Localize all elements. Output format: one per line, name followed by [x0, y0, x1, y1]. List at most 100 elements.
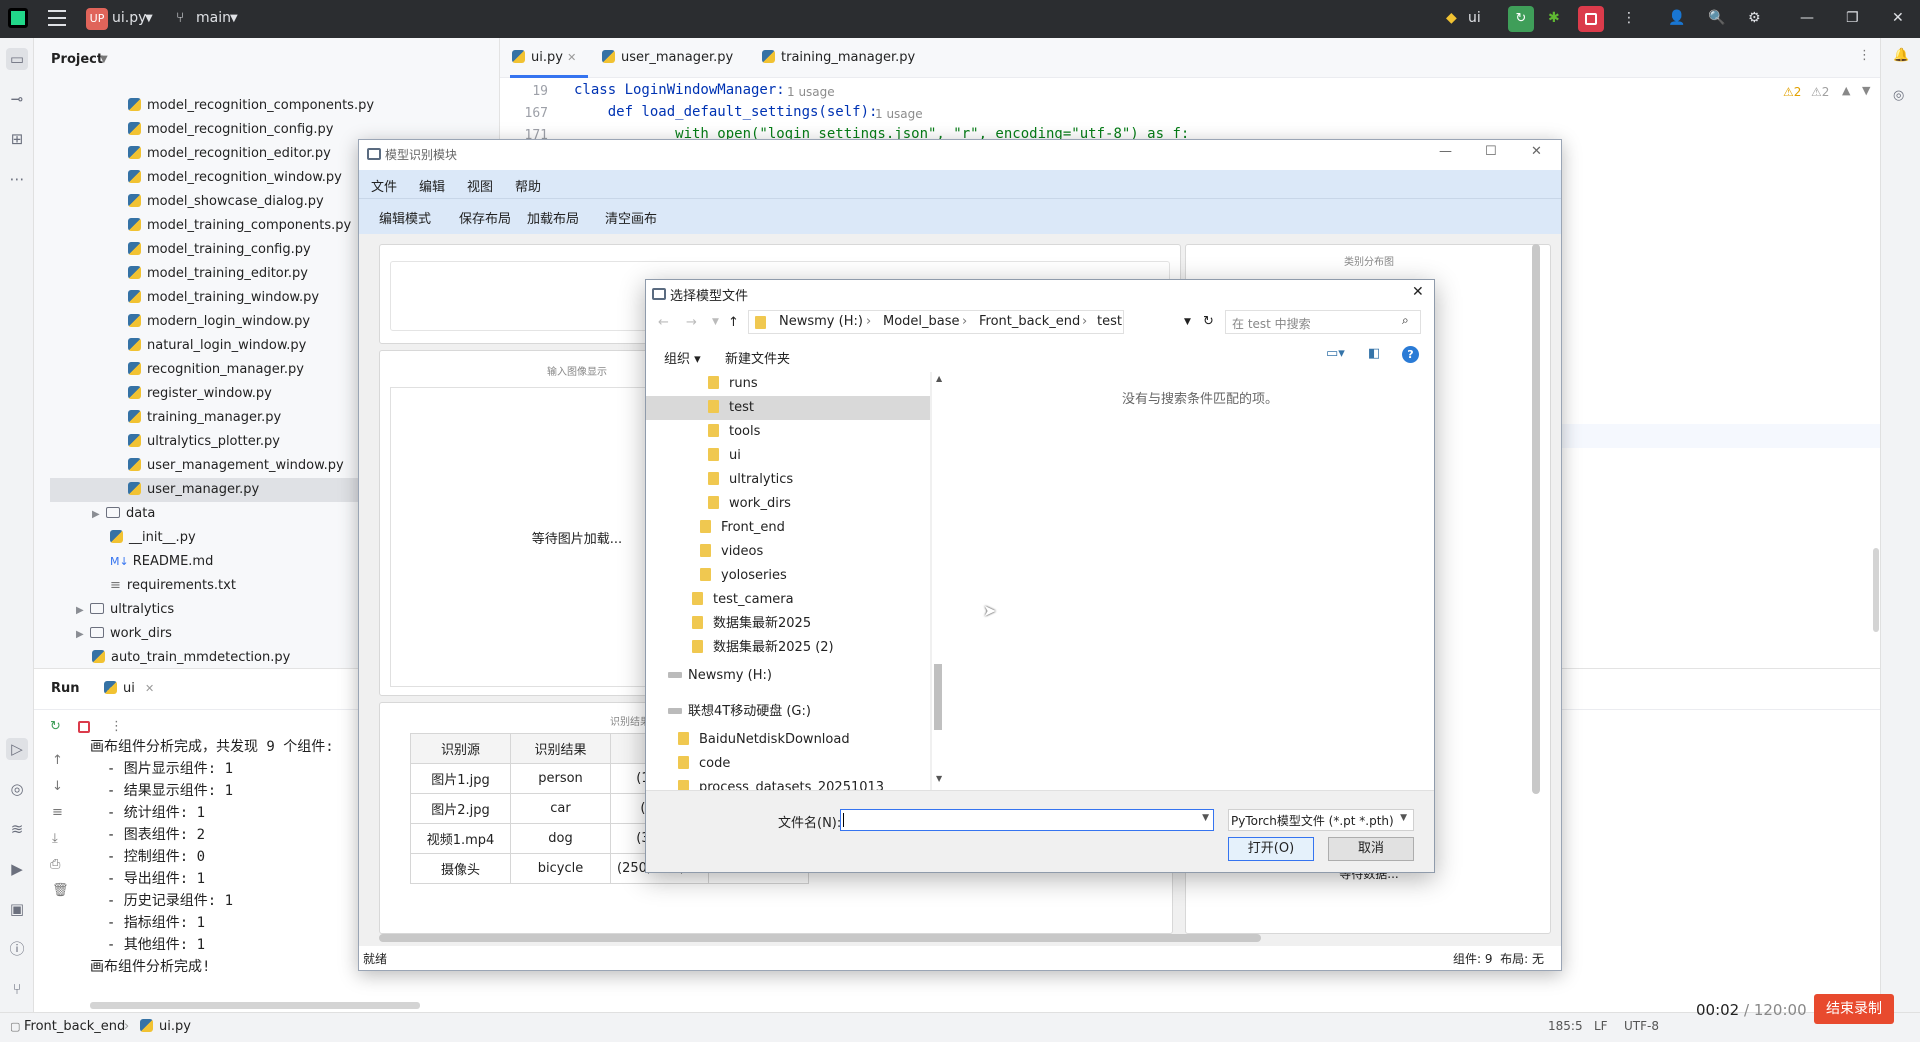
stop-icon[interactable]: [78, 721, 90, 733]
tree-item-file[interactable]: model_recognition_config.py: [128, 118, 334, 142]
run-panel-title[interactable]: Run: [51, 681, 80, 696]
add-user-icon[interactable]: 👤: [1668, 10, 1685, 26]
project-panel-title[interactable]: Project: [51, 52, 103, 67]
tree-item-file[interactable]: ultralytics_plotter.py: [128, 430, 280, 454]
folder-icon[interactable]: ▭: [6, 48, 28, 70]
run-tab[interactable]: ui ✕: [104, 681, 154, 696]
nav-scrollbar-thumb[interactable]: [934, 664, 942, 730]
minimize-icon[interactable]: —: [1439, 144, 1452, 159]
chevron-right-icon[interactable]: ▶: [76, 623, 90, 647]
address-bar[interactable]: Newsmy (H:) › Model_base › Front_back_en…: [748, 310, 1124, 334]
table-header[interactable]: 识别结果: [510, 733, 611, 764]
debug-icon[interactable]: ✱: [1548, 10, 1560, 26]
tree-item-file[interactable]: recognition_manager.py: [128, 358, 304, 382]
tree-item-file[interactable]: model_training_editor.py: [128, 262, 308, 286]
menu-file[interactable]: 文件: [371, 176, 397, 195]
cancel-button[interactable]: 取消: [1328, 837, 1414, 861]
help-icon[interactable]: ?: [1402, 346, 1419, 363]
load-layout-button[interactable]: 加载布局: [527, 208, 579, 227]
close-icon[interactable]: ✕: [1531, 144, 1542, 159]
folder-item[interactable]: 数据集最新2025 (2): [646, 636, 930, 660]
folder-item[interactable]: BaiduNetdiskDownload: [678, 732, 850, 747]
maximize-icon[interactable]: ☐: [1485, 144, 1497, 159]
crumb-test[interactable]: test: [1097, 314, 1122, 329]
more-icon[interactable]: ⋮: [1858, 48, 1871, 63]
new-folder-button[interactable]: 新建文件夹: [725, 348, 790, 367]
filename-input[interactable]: ▼: [840, 809, 1214, 831]
print-icon[interactable]: ⎙: [50, 857, 60, 872]
arrow-up-icon[interactable]: ↑: [52, 753, 63, 768]
tree-item-file[interactable]: model_showcase_dialog.py: [128, 190, 324, 214]
code-line[interactable]: def load_default_settings(self):: [574, 104, 878, 120]
canvas-horizontal-scrollbar[interactable]: [379, 934, 1261, 942]
services-icon[interactable]: ▶: [6, 858, 28, 880]
tab-ui-py[interactable]: ui.py ✕: [512, 50, 576, 65]
rerun-icon[interactable]: ↻: [50, 719, 61, 734]
save-layout-button[interactable]: 保存布局: [459, 208, 511, 227]
folder-item[interactable]: Front_end: [646, 516, 930, 540]
usage-hint[interactable]: 1 usage: [875, 107, 923, 121]
forward-icon[interactable]: →: [686, 315, 697, 330]
stop-recording-button[interactable]: 结束录制: [1814, 994, 1894, 1024]
tree-item[interactable]: __init__.py: [110, 526, 196, 550]
search-box[interactable]: 在 test 中搜索 ⌕: [1225, 310, 1421, 334]
tree-item-file[interactable]: training_manager.py: [128, 406, 281, 430]
notifications-icon[interactable]: 🔔: [1893, 48, 1909, 63]
crumb-front-back-end[interactable]: Front_back_end: [979, 314, 1080, 329]
breadcrumb-file[interactable]: ui.py: [140, 1019, 191, 1034]
file-encoding[interactable]: UTF-8: [1624, 1019, 1659, 1033]
menu-view[interactable]: 视图: [467, 176, 493, 195]
tree-item-file[interactable]: register_window.py: [128, 382, 272, 406]
up-icon[interactable]: ↑: [728, 315, 739, 330]
layers-icon[interactable]: ≋: [6, 818, 28, 840]
back-icon[interactable]: ←: [658, 315, 669, 330]
edit-mode-button[interactable]: 编辑模式: [379, 208, 431, 227]
tree-item-file[interactable]: model_recognition_editor.py: [128, 142, 331, 166]
folder-item[interactable]: yoloseries: [646, 564, 930, 588]
folder-item[interactable]: runs: [646, 372, 930, 396]
menu-help[interactable]: 帮助: [515, 176, 541, 195]
breadcrumb-project[interactable]: Front_back_end: [24, 1019, 125, 1034]
code-line[interactable]: class LoginWindowManager:: [574, 82, 785, 98]
preview-pane-icon[interactable]: ◧: [1368, 346, 1380, 361]
tree-item-file[interactable]: natural_login_window.py: [128, 334, 306, 358]
tree-item-file[interactable]: user_manager.py: [50, 478, 380, 502]
project-badge[interactable]: UP: [86, 8, 108, 30]
stop-button[interactable]: [1578, 6, 1604, 32]
rerun-button[interactable]: ↻: [1508, 6, 1534, 32]
tree-item-file[interactable]: modern_login_window.py: [128, 310, 310, 334]
canvas-vertical-scrollbar[interactable]: [1532, 244, 1540, 794]
run-tool-icon[interactable]: ▷: [6, 738, 28, 760]
horizontal-scrollbar[interactable]: [90, 1002, 420, 1009]
tree-item[interactable]: M↓ README.md: [110, 550, 213, 574]
tree-item-file[interactable]: model_recognition_window.py: [128, 166, 342, 190]
chevron-right-icon[interactable]: ▶: [76, 599, 90, 623]
tree-item[interactable]: ▶ data: [92, 502, 155, 526]
tree-item-file[interactable]: user_management_window.py: [128, 454, 344, 478]
folder-item[interactable]: tools: [646, 420, 930, 444]
close-icon[interactable]: ✕: [145, 682, 154, 695]
run-config-name[interactable]: ui: [1468, 10, 1481, 26]
more-icon[interactable]: ⋮: [1622, 10, 1636, 26]
tree-item[interactable]: ▶ work_dirs: [76, 622, 172, 646]
organize-button[interactable]: 组织 ▾: [664, 348, 701, 367]
search-icon[interactable]: ⌕: [1402, 313, 1409, 328]
folder-item[interactable]: videos: [646, 540, 930, 564]
search-input[interactable]: 在 test 中搜索: [1232, 315, 1311, 332]
editor-scrollbar[interactable]: [1873, 548, 1879, 632]
trash-icon[interactable]: 🗑: [52, 883, 69, 898]
tree-item-file[interactable]: model_training_components.py: [128, 214, 351, 238]
git-icon[interactable]: ⑂: [6, 978, 28, 1000]
menu-edit[interactable]: 编辑: [419, 176, 445, 195]
address-chevron-icon[interactable]: ▼: [1184, 317, 1191, 327]
close-icon[interactable]: ✕: [1412, 284, 1424, 300]
project-name[interactable]: ui.py: [112, 10, 146, 26]
folder-item[interactable]: test: [646, 396, 930, 420]
crumb-model-base[interactable]: Model_base: [883, 314, 960, 329]
tree-item-file[interactable]: model_recognition_components.py: [128, 94, 374, 118]
caret-position[interactable]: 185:5: [1548, 1019, 1583, 1033]
close-icon[interactable]: ✕: [567, 51, 576, 64]
tab-user-manager[interactable]: user_manager.py: [602, 50, 733, 65]
usage-hint[interactable]: 1 usage: [787, 85, 835, 99]
scroll-end-icon[interactable]: ⤓: [52, 831, 58, 846]
